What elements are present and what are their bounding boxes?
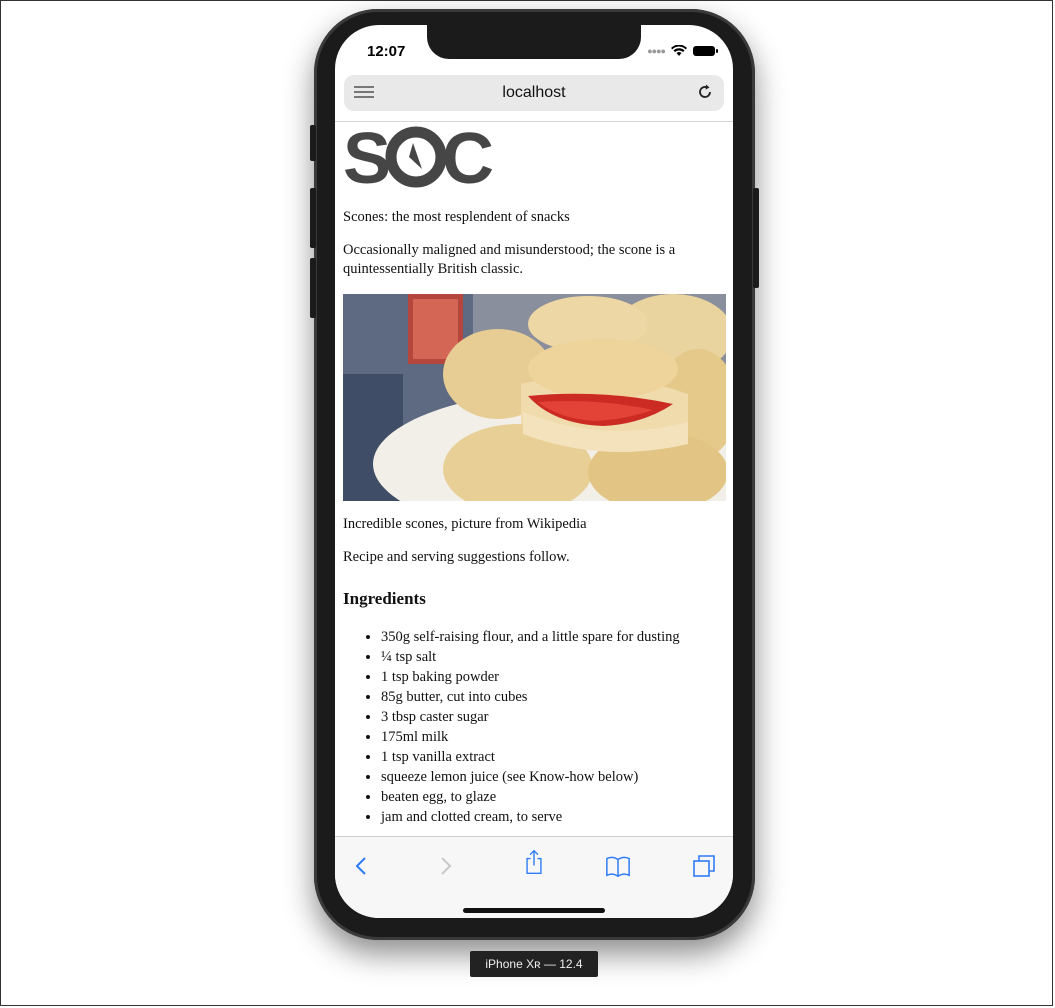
signal-icon: ●●●●: [647, 46, 666, 56]
follow-text: Recipe and serving suggestions follow.: [343, 549, 570, 565]
safari-toolbar: [335, 836, 733, 918]
list-item: 1 tsp vanilla extract: [381, 747, 727, 767]
address-bar-divider: [335, 121, 733, 122]
share-icon[interactable]: [521, 849, 547, 875]
back-icon[interactable]: [349, 853, 375, 879]
list-item: jam and clotted cream, to serve: [381, 807, 727, 827]
page-content: S C Scones: the most resplendent of snac…: [343, 123, 727, 836]
list-item: squeeze lemon juice (see Know-how below): [381, 767, 727, 787]
list-item: 1 tsp baking powder: [381, 667, 727, 687]
list-item: 3 tbsp caster sugar: [381, 707, 727, 727]
ingredients-list: 350g self-raising flour, and a little sp…: [343, 627, 727, 827]
volume-down-button: [310, 258, 316, 318]
ingredients-heading: Ingredients: [343, 589, 426, 608]
battery-icon: [693, 46, 718, 56]
scones-illustration: [343, 294, 726, 501]
forward-icon[interactable]: [432, 853, 458, 879]
soc-logo: S C: [343, 123, 494, 199]
home-indicator[interactable]: [463, 908, 605, 913]
svg-text:S: S: [343, 125, 391, 189]
device-label: iPhone Xʀ — 12.4: [470, 951, 598, 977]
svg-text:C: C: [442, 125, 494, 189]
tabs-icon[interactable]: [691, 853, 717, 879]
volume-up-button: [310, 188, 316, 248]
image-caption: Incredible scones, picture from Wikipedi…: [343, 516, 587, 532]
phone-screen: 12:07 ●●●● localhost S C Scones: the mos…: [335, 25, 733, 918]
tagline: Scones: the most resplendent of snacks: [343, 209, 570, 225]
notch: [427, 25, 641, 59]
list-item: beaten egg, to glaze: [381, 787, 727, 807]
wifi-icon: [671, 45, 687, 56]
list-item: ¼ tsp salt: [381, 647, 727, 667]
list-item: 350g self-raising flour, and a little sp…: [381, 627, 727, 647]
list-item: 175ml milk: [381, 727, 727, 747]
intro-paragraph: Occasionally maligned and misunderstood;…: [343, 242, 676, 277]
list-item: 85g butter, cut into cubes: [381, 687, 727, 707]
status-time: 12:07: [367, 43, 406, 60]
power-button: [753, 188, 759, 288]
url-text[interactable]: localhost: [344, 84, 724, 102]
reload-icon[interactable]: [696, 83, 714, 101]
mute-switch: [310, 125, 316, 161]
scones-photo: [343, 294, 726, 501]
address-bar[interactable]: localhost: [344, 75, 724, 111]
bookmarks-icon[interactable]: [605, 853, 631, 879]
status-icons: ●●●●: [647, 45, 718, 57]
